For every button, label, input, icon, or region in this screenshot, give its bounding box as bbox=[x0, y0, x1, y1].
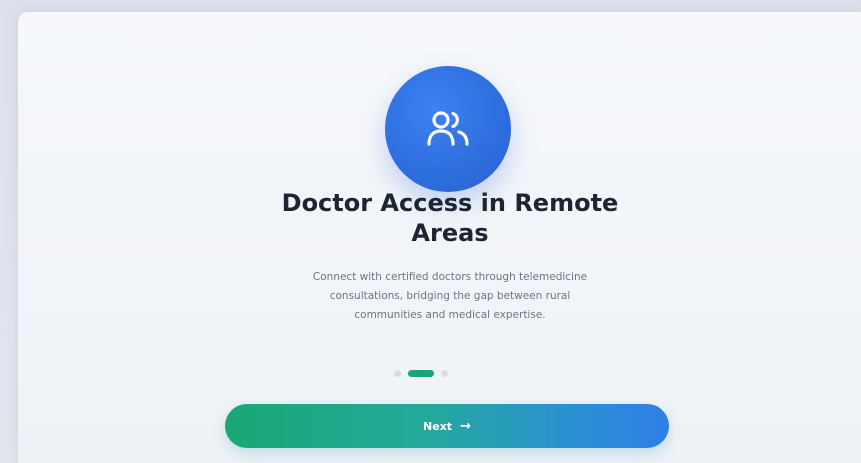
next-button[interactable]: Next → bbox=[225, 404, 669, 448]
description-line-1: Connect with certified doctors through t… bbox=[312, 271, 588, 283]
pagination-dot-1[interactable] bbox=[393, 370, 401, 377]
feature-description: Connect with certified doctors through t… bbox=[230, 268, 670, 325]
pagination-dot-2-active[interactable] bbox=[407, 370, 434, 377]
title-line-1: Doctor Access in Remote bbox=[281, 189, 619, 217]
pagination-dots bbox=[0, 370, 851, 377]
pagination-dot-3[interactable] bbox=[440, 370, 448, 377]
app-window: Doctor Access in Remote Areas Connect wi… bbox=[0, 0, 861, 463]
users-icon bbox=[427, 111, 469, 146]
description-line-3: communities and medical expertise. bbox=[354, 309, 546, 321]
arrow-right-icon: → bbox=[460, 418, 471, 434]
feature-icon-badge bbox=[385, 66, 511, 192]
page-title: Doctor Access in Remote Areas bbox=[180, 188, 720, 248]
next-button-label: Next bbox=[423, 419, 453, 433]
title-line-2: Areas bbox=[411, 219, 489, 247]
description-line-2: consultations, bridging the gap between … bbox=[329, 290, 571, 302]
